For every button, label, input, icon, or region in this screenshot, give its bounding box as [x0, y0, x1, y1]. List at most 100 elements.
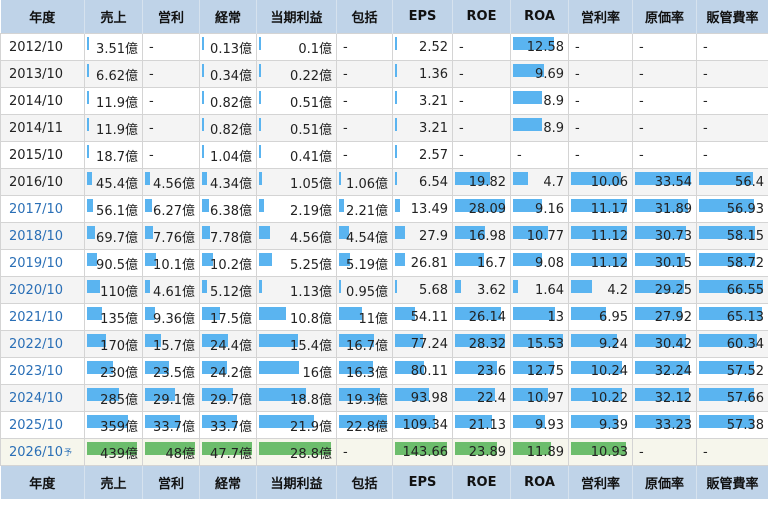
data-cell: 60.34	[696, 330, 768, 358]
cell-value: -	[639, 66, 644, 82]
data-cell: 23.6	[452, 357, 511, 385]
cell-value: 3.21	[419, 120, 448, 136]
data-cell: 57.38	[696, 411, 768, 439]
table-row: 2013/10 6.62億 -0.34億 0.22億 -1.36-9.69- - -	[0, 60, 768, 88]
cell-value: -	[459, 39, 464, 55]
data-cell: 47.7億	[199, 438, 257, 466]
cell-value: -	[343, 93, 348, 109]
fiscal-year-cell[interactable]: 2026/10予	[0, 438, 85, 466]
value-bar	[259, 253, 272, 266]
column-header[interactable]: 当期利益	[256, 0, 337, 34]
data-cell: -	[696, 87, 768, 115]
column-header[interactable]: 年度	[0, 465, 85, 499]
cell-value: 3.51億	[96, 41, 138, 57]
column-header[interactable]: 売上	[84, 0, 143, 34]
column-header[interactable]: ROE	[452, 0, 511, 34]
data-cell: 4.61億	[142, 276, 200, 304]
data-cell: 33.7億	[199, 411, 257, 439]
data-cell: 359億	[84, 411, 143, 439]
cell-value: 60.34	[726, 336, 764, 352]
data-cell: 19.82	[452, 168, 511, 196]
cell-value: 9.93	[535, 417, 564, 433]
cell-value: 48億	[165, 446, 195, 462]
fiscal-year-cell: 2014/11	[0, 114, 85, 142]
data-cell: 0.82億	[199, 87, 257, 115]
data-cell: -	[632, 87, 697, 115]
data-cell: 109.34	[392, 411, 453, 439]
cell-value: 1.06億	[346, 176, 388, 192]
value-bar	[87, 118, 89, 131]
table-row: 2024/10 285億 29.1億 29.7億 18.8億 19.3億 93.98 22.4…	[0, 384, 768, 412]
column-header[interactable]: 販管費率	[696, 0, 768, 34]
fiscal-year-cell[interactable]: 2020/10	[0, 276, 85, 304]
column-header[interactable]: 年度	[0, 0, 85, 34]
cell-value: -	[343, 120, 348, 136]
data-cell: -	[696, 33, 768, 61]
column-header[interactable]: 販管費率	[696, 465, 768, 499]
data-cell: 11.17	[568, 195, 633, 223]
column-header[interactable]: 営利	[142, 0, 200, 34]
column-header[interactable]: 営利	[142, 465, 200, 499]
cell-value: 19.3億	[346, 392, 388, 408]
data-cell: 6.95	[568, 303, 633, 331]
data-cell: 12.58	[510, 33, 569, 61]
column-header[interactable]: 原価率	[632, 465, 697, 499]
data-cell: 56.4	[696, 168, 768, 196]
column-header[interactable]: 経常	[199, 465, 257, 499]
value-bar	[513, 172, 528, 185]
column-header[interactable]: 包括	[336, 0, 393, 34]
data-cell: -	[696, 141, 768, 169]
column-header[interactable]: 売上	[84, 465, 143, 499]
data-cell: 57.66	[696, 384, 768, 412]
column-header[interactable]: ROA	[510, 465, 569, 499]
column-header[interactable]: 営利率	[568, 0, 633, 34]
cell-value: 24.2億	[210, 365, 252, 381]
value-bar	[259, 91, 261, 104]
data-cell: -	[568, 33, 633, 61]
column-header[interactable]: ROA	[510, 0, 569, 34]
cell-value: 21.13	[468, 417, 506, 433]
cell-value: 2.52	[419, 39, 448, 55]
fiscal-year-cell[interactable]: 2024/10	[0, 384, 85, 412]
data-cell: -	[142, 60, 200, 88]
column-header[interactable]: 包括	[336, 465, 393, 499]
fiscal-year-cell[interactable]: 2025/10	[0, 411, 85, 439]
data-cell: 18.8億	[256, 384, 337, 412]
data-cell: -	[568, 87, 633, 115]
fiscal-year-cell[interactable]: 2019/10	[0, 249, 85, 277]
data-cell: 10.97	[510, 384, 569, 412]
data-cell: 7.76億	[142, 222, 200, 250]
column-header[interactable]: EPS	[392, 465, 453, 499]
fiscal-year-label: 2014/11	[9, 120, 64, 136]
fiscal-year-cell[interactable]: 2017/10	[0, 195, 85, 223]
data-cell: 58.15	[696, 222, 768, 250]
column-header[interactable]: 当期利益	[256, 465, 337, 499]
cell-value: -	[343, 444, 348, 460]
cell-value: -	[575, 120, 580, 136]
data-cell: 30.42	[632, 330, 697, 358]
cell-value: 15.7億	[153, 338, 195, 354]
data-cell: 230億	[84, 357, 143, 385]
data-cell: 23.89	[452, 438, 511, 466]
column-header[interactable]: EPS	[392, 0, 453, 34]
fiscal-year-cell[interactable]: 2021/10	[0, 303, 85, 331]
column-header[interactable]: 営利率	[568, 465, 633, 499]
data-cell: 24.2億	[199, 357, 257, 385]
fiscal-year-cell[interactable]: 2022/10	[0, 330, 85, 358]
column-header[interactable]: 経常	[199, 0, 257, 34]
data-cell: 0.95億	[336, 276, 393, 304]
cell-value: 30.15	[654, 255, 692, 271]
column-header[interactable]: 原価率	[632, 0, 697, 34]
data-cell: 33.23	[632, 411, 697, 439]
column-header[interactable]: ROE	[452, 465, 511, 499]
cell-value: 56.4	[735, 174, 764, 190]
fiscal-year-cell[interactable]: 2023/10	[0, 357, 85, 385]
data-cell: 93.98	[392, 384, 453, 412]
value-bar	[259, 307, 286, 320]
value-bar	[259, 199, 264, 212]
cell-value: 170億	[100, 338, 138, 354]
fiscal-year-cell[interactable]: 2018/10	[0, 222, 85, 250]
cell-value: 27.9	[419, 228, 448, 244]
data-cell: 16.3億	[336, 357, 393, 385]
cell-value: 0.13億	[210, 41, 252, 57]
